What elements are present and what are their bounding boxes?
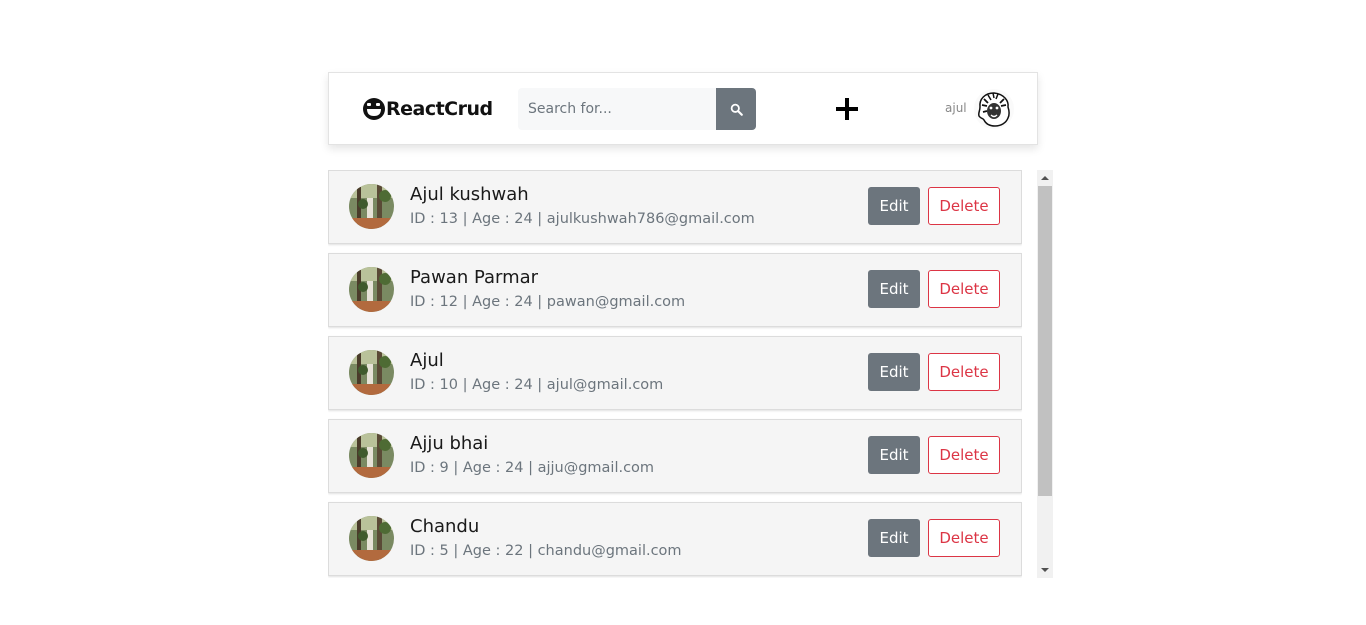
edit-button[interactable]: Edit — [868, 187, 920, 225]
user-name: Ajul kushwah — [410, 184, 529, 205]
user-photo — [349, 350, 394, 395]
forest-photo-icon — [349, 350, 394, 395]
user-photo — [349, 184, 394, 229]
list-scrollbar[interactable] — [1037, 170, 1053, 578]
user-card: Ajul kushwah ID : 13 | Age : 24 | ajulku… — [328, 170, 1022, 244]
user-avatar[interactable] — [974, 89, 1014, 129]
user-card: Ajju bhai ID : 9 | Age : 24 | ajju@gmail… — [328, 419, 1022, 493]
delete-button[interactable]: Delete — [928, 187, 1000, 225]
user-name: Ajju bhai — [410, 433, 489, 454]
user-name: Chandu — [410, 516, 480, 537]
edit-button[interactable]: Edit — [868, 270, 920, 308]
delete-button[interactable]: Delete — [928, 353, 1000, 391]
user-photo — [349, 267, 394, 312]
user-details: ID : 10 | Age : 24 | ajul@gmail.com — [410, 377, 664, 393]
navbar: ReactCrud ajul — [328, 72, 1038, 145]
edit-button[interactable]: Edit — [868, 353, 920, 391]
user-photo — [349, 516, 394, 561]
user-card: Chandu ID : 5 | Age : 22 | chandu@gmail.… — [328, 502, 1022, 576]
lion-icon — [977, 92, 1010, 127]
user-details: ID : 5 | Age : 22 | chandu@gmail.com — [410, 543, 682, 559]
scroll-thumb[interactable] — [1038, 186, 1052, 496]
user-name: Pawan Parmar — [410, 267, 539, 288]
user-details: ID : 12 | Age : 24 | pawan@gmail.com — [410, 294, 686, 310]
edit-button[interactable]: Edit — [868, 436, 920, 474]
user-details: ID : 9 | Age : 24 | ajju@gmail.com — [410, 460, 655, 476]
smiley-icon — [363, 98, 385, 120]
forest-photo-icon — [349, 433, 394, 478]
caret-down-icon — [1041, 568, 1049, 572]
user-details: ID : 13 | Age : 24 | ajulkushwah786@gmai… — [410, 211, 755, 227]
user-photo — [349, 433, 394, 478]
forest-photo-icon — [349, 184, 394, 229]
search-input[interactable] — [518, 88, 716, 130]
brand-logo[interactable]: ReactCrud — [362, 96, 493, 122]
edit-button[interactable]: Edit — [868, 519, 920, 557]
forest-photo-icon — [349, 516, 394, 561]
search-icon — [730, 103, 743, 116]
user-list: Ajul kushwah ID : 13 | Age : 24 | ajulku… — [328, 170, 1022, 578]
delete-button[interactable]: Delete — [928, 436, 1000, 474]
scroll-up-arrow[interactable] — [1037, 170, 1053, 186]
forest-photo-icon — [349, 267, 394, 312]
plus-icon — [836, 98, 858, 120]
delete-button[interactable]: Delete — [928, 270, 1000, 308]
caret-up-icon — [1041, 176, 1049, 180]
scroll-down-arrow[interactable] — [1037, 562, 1053, 578]
user-card: Pawan Parmar ID : 12 | Age : 24 | pawan@… — [328, 253, 1022, 327]
brand-name: ReactCrud — [386, 98, 493, 120]
add-user-button[interactable] — [833, 95, 861, 123]
delete-button[interactable]: Delete — [928, 519, 1000, 557]
current-username: ajul — [945, 101, 967, 115]
user-card: Ajul ID : 10 | Age : 24 | ajul@gmail.com… — [328, 336, 1022, 410]
search-button[interactable] — [716, 88, 756, 130]
user-name: Ajul — [410, 350, 444, 371]
